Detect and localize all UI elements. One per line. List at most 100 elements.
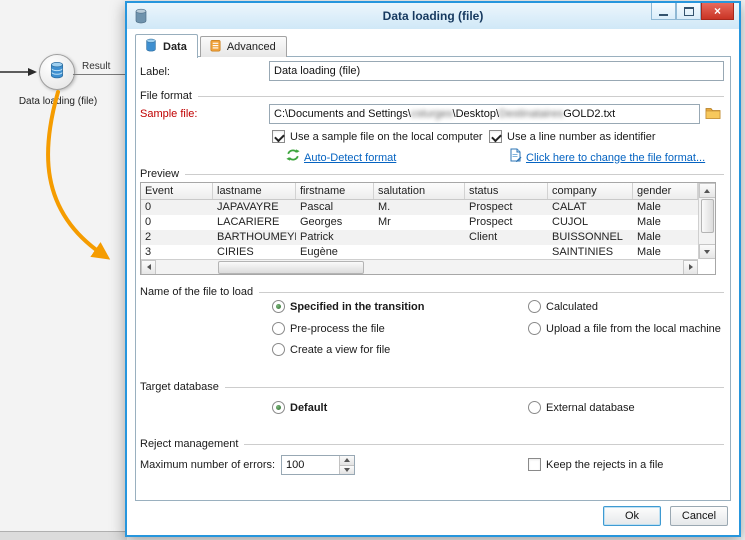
scroll-left-button[interactable] bbox=[141, 259, 156, 274]
advanced-icon bbox=[209, 39, 222, 55]
maximize-icon bbox=[683, 6, 694, 16]
checkbox-label: Use a line number as identifier bbox=[507, 130, 656, 143]
radio-label: Calculated bbox=[546, 300, 598, 313]
table-row[interactable]: 3 CIRIES Eugène SAINTINIES Male bbox=[141, 245, 715, 260]
down-arrow-icon bbox=[704, 249, 710, 254]
path-segment-redacted: csturges bbox=[410, 108, 453, 120]
browse-folder-button[interactable] bbox=[704, 105, 722, 123]
checkbox-label: Keep the rejects in a file bbox=[546, 458, 664, 471]
table-cell: CUJOL bbox=[552, 216, 589, 228]
radio-upload-local[interactable]: Upload a file from the local machine bbox=[528, 322, 721, 335]
table-cell: Prospect bbox=[469, 201, 513, 213]
radio-external-database[interactable]: External database bbox=[528, 401, 635, 414]
column-header: salutation bbox=[374, 183, 465, 199]
incoming-transition-arrow bbox=[0, 68, 37, 76]
preview-table: Event lastname firstname salutation stat… bbox=[140, 182, 716, 275]
group-target-database: Target database bbox=[140, 381, 724, 393]
scroll-right-button[interactable] bbox=[683, 259, 698, 274]
horizontal-scroll-thumb[interactable] bbox=[218, 260, 364, 274]
horizontal-scrollbar[interactable] bbox=[141, 259, 698, 274]
close-icon: × bbox=[713, 4, 721, 18]
label-caption: Label: bbox=[140, 66, 170, 78]
radio-label: Upload a file from the local machine bbox=[546, 322, 721, 335]
table-cell: Patrick bbox=[300, 231, 334, 243]
radio-label: Create a view for file bbox=[290, 343, 391, 356]
ok-button[interactable]: Ok bbox=[603, 506, 661, 526]
scroll-up-button[interactable] bbox=[698, 183, 715, 198]
group-file-format: File format bbox=[140, 90, 724, 102]
transition-label: Result bbox=[82, 61, 111, 72]
column-header: Event bbox=[141, 183, 213, 199]
checkbox-line-number[interactable]: Use a line number as identifier bbox=[489, 130, 656, 143]
checkbox-icon bbox=[528, 458, 541, 471]
database-icon bbox=[48, 61, 66, 84]
table-cell: 0 bbox=[145, 201, 152, 213]
radio-create-view[interactable]: Create a view for file bbox=[272, 343, 390, 356]
table-cell bbox=[374, 230, 465, 245]
window-title: Data loading (file) bbox=[382, 9, 484, 23]
close-button[interactable]: × bbox=[701, 3, 734, 20]
vertical-scroll-thumb[interactable] bbox=[700, 199, 714, 233]
radio-label: Pre-process the file bbox=[290, 322, 385, 335]
vertical-scrollbar[interactable] bbox=[698, 183, 715, 259]
data-loading-node[interactable] bbox=[39, 54, 75, 90]
table-row[interactable]: 0 LACARIERE Georges Mr Prospect CUJOL Ma… bbox=[141, 215, 715, 230]
table-cell: Male bbox=[637, 201, 661, 213]
table-cell: Pascal bbox=[300, 201, 334, 213]
table-header-row: Event lastname firstname salutation stat… bbox=[141, 183, 715, 200]
minimize-button[interactable] bbox=[651, 3, 676, 20]
max-errors-spinner bbox=[281, 455, 355, 475]
checkbox-sample-local[interactable]: Use a sample file on the local computer bbox=[272, 130, 483, 143]
tab-advanced[interactable]: Advanced bbox=[199, 36, 287, 57]
path-segment: GOLD2.txt bbox=[563, 108, 616, 120]
right-arrow-icon bbox=[688, 264, 693, 270]
edit-file-icon bbox=[508, 148, 522, 167]
table-cell bbox=[465, 245, 548, 260]
sample-file-input[interactable]: C:\Documents and Settings\csturges\Deskt… bbox=[269, 104, 700, 124]
table-cell: M. bbox=[378, 201, 391, 213]
scroll-down-button[interactable] bbox=[698, 244, 715, 259]
table-cell: SAINTINIES bbox=[552, 246, 614, 258]
screen: Result Data loading (file) Data loading … bbox=[0, 0, 745, 540]
folder-icon bbox=[705, 106, 721, 122]
refresh-icon bbox=[286, 148, 300, 167]
path-segment-redacted: Destinataires bbox=[499, 108, 564, 120]
radio-icon bbox=[272, 401, 285, 414]
spinner-up-button[interactable] bbox=[340, 456, 354, 466]
autodetect-link[interactable]: Auto-Detect format bbox=[286, 148, 396, 167]
maximize-button[interactable] bbox=[676, 3, 701, 20]
table-cell: Male bbox=[637, 231, 661, 243]
label-input[interactable] bbox=[269, 61, 724, 81]
table-row[interactable]: 2 BARTHOUMEYRIE Patrick Client BUISSONNE… bbox=[141, 230, 715, 245]
table-row[interactable]: 0 JAPAVAYRE Pascal M. Prospect CALAT Mal… bbox=[141, 200, 715, 215]
table-cell: BARTHOUMEYRIE bbox=[217, 231, 296, 243]
column-header: company bbox=[548, 183, 633, 199]
column-header: firstname bbox=[296, 183, 374, 199]
group-file-to-load: Name of the file to load bbox=[140, 286, 724, 298]
tab-data[interactable]: Data bbox=[135, 34, 198, 58]
radio-icon bbox=[272, 343, 285, 356]
group-reject-management: Reject management bbox=[140, 438, 724, 450]
radio-icon bbox=[272, 300, 285, 313]
table-cell: Male bbox=[637, 246, 661, 258]
table-cell: LACARIERE bbox=[217, 216, 280, 228]
radio-preprocess-file[interactable]: Pre-process the file bbox=[272, 322, 385, 335]
checkbox-keep-rejects[interactable]: Keep the rejects in a file bbox=[528, 458, 663, 471]
cancel-button[interactable]: Cancel bbox=[670, 506, 728, 526]
radio-label: Default bbox=[290, 401, 328, 414]
table-cell: 0 bbox=[145, 216, 152, 228]
radio-calculated[interactable]: Calculated bbox=[528, 300, 598, 313]
table-cell: Prospect bbox=[469, 216, 513, 228]
radio-specified-in-transition[interactable]: Specified in the transition bbox=[272, 300, 424, 313]
sample-file-caption: Sample file: bbox=[140, 108, 198, 120]
titlebar[interactable]: Data loading (file) × bbox=[127, 3, 739, 29]
table-cell: Client bbox=[469, 231, 498, 243]
dialog-footer: Ok Cancel bbox=[127, 501, 739, 531]
change-format-link[interactable]: Click here to change the file format... bbox=[508, 148, 705, 167]
radio-default-database[interactable]: Default bbox=[272, 401, 327, 414]
table-cell: BUISSONNEL bbox=[552, 231, 623, 243]
radio-icon bbox=[528, 300, 541, 313]
database-icon bbox=[144, 38, 158, 55]
spinner-down-button[interactable] bbox=[340, 465, 354, 474]
group-preview: Preview bbox=[140, 168, 724, 180]
